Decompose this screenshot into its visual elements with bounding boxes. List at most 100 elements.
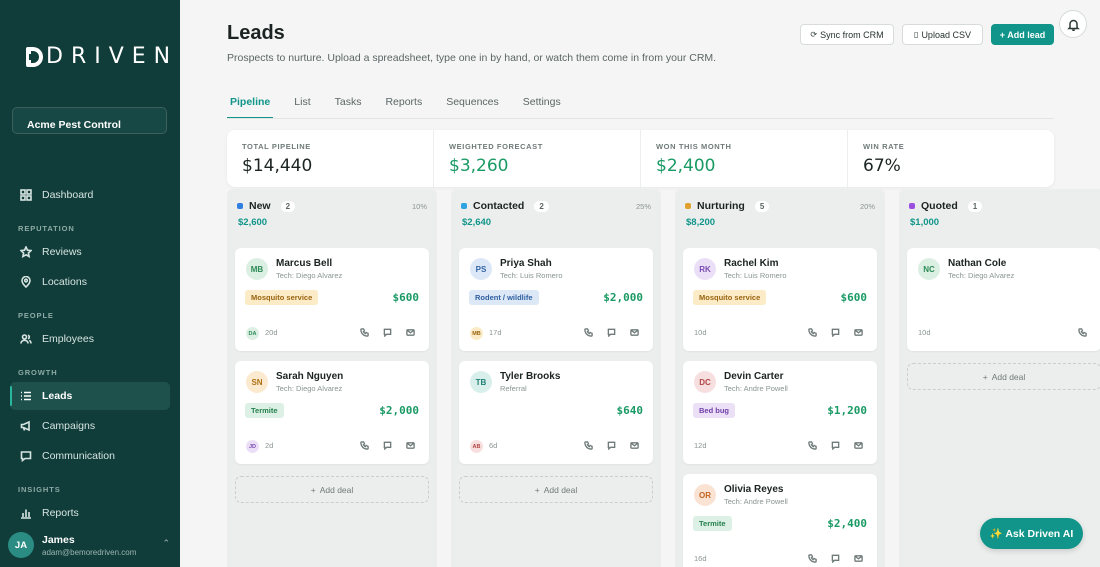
logo-mark-icon xyxy=(26,46,43,67)
tab-settings[interactable]: Settings xyxy=(520,92,564,119)
column-title: New xyxy=(249,200,271,212)
mail-icon[interactable] xyxy=(851,325,865,339)
tab-bar: Pipeline List Tasks Reports Sequences Setting… xyxy=(227,92,582,119)
phone-icon[interactable] xyxy=(581,325,595,339)
ask-ai-button[interactable]: ✨ Ask Driven AI xyxy=(980,518,1083,549)
avatar: JA xyxy=(8,532,34,558)
chevron-up-icon: ⌃ xyxy=(162,538,170,548)
deal-amount: $2,400 xyxy=(827,517,867,530)
kpi-card: WEIGHTED FORECAST $3,260 xyxy=(434,130,641,187)
plus-icon: + xyxy=(982,371,988,382)
lead-card[interactable]: OR Olivia Reyes Tech: Andre Powell Termite $… xyxy=(683,474,877,567)
lead-technician: Tech: Luis Romero xyxy=(724,271,787,280)
pipeline-column-contacted: Contacted 2 25% $2,640 PS Priya Shah Tech: Lui… xyxy=(451,189,661,567)
notifications-button[interactable] xyxy=(1059,10,1087,38)
lead-name[interactable]: Rachel Kim xyxy=(724,258,778,269)
sidebar-item-leads[interactable]: Leads xyxy=(10,382,170,410)
tab-divider xyxy=(227,118,1054,119)
sidebar-item-reviews[interactable]: Reviews xyxy=(10,238,170,266)
upload-csv-button[interactable]: ▯ Upload CSV xyxy=(902,24,983,45)
lead-technician: Tech: Andre Powell xyxy=(724,497,788,506)
lead-card[interactable]: DC Devin Carter Tech: Andre Powell Bed bug $… xyxy=(683,361,877,464)
mail-icon[interactable] xyxy=(627,325,641,339)
lead-card[interactable]: PS Priya Shah Tech: Luis Romero Rodent / wi… xyxy=(459,248,653,351)
message-icon[interactable] xyxy=(828,551,842,565)
star-icon xyxy=(20,246,32,258)
phone-icon[interactable] xyxy=(805,325,819,339)
pipeline-column-quoted: Quoted 1 $1,000 NC Nathan Cole Tech: Diego Al… xyxy=(899,189,1100,567)
kpi-value: $3,260 xyxy=(449,156,509,176)
card-actions xyxy=(581,325,641,339)
avatar: MB xyxy=(246,258,268,280)
bar-chart-icon xyxy=(20,507,32,519)
pipeline-column-nurturing: Nurturing 5 20% $8,200 RK Rachel Kim Tech: Lui… xyxy=(675,189,885,567)
lead-card[interactable]: SN Sarah Nguyen Tech: Diego Alvarez Termite… xyxy=(235,361,429,464)
tab-pipeline[interactable]: Pipeline xyxy=(227,92,274,119)
bell-icon xyxy=(1066,19,1080,31)
lead-technician: Tech: Diego Alvarez xyxy=(276,271,343,280)
add-lead-button[interactable]: + Add lead xyxy=(991,24,1054,45)
lead-name[interactable]: Olivia Reyes xyxy=(724,484,783,495)
org-switcher[interactable]: Acme Pest Control xyxy=(12,107,167,134)
mail-icon[interactable] xyxy=(403,325,417,339)
lead-name[interactable]: Marcus Bell xyxy=(276,258,332,269)
main-content: Leads Prospects to nurture. Upload a spr… xyxy=(180,0,1100,567)
column-count-badge: 2 xyxy=(280,200,296,212)
sidebar-item-dashboard[interactable]: Dashboard xyxy=(10,181,170,209)
lead-name[interactable]: Tyler Brooks xyxy=(500,371,560,382)
lead-age: 16d xyxy=(694,554,707,563)
mail-icon[interactable] xyxy=(627,438,641,452)
message-icon[interactable] xyxy=(380,325,394,339)
lead-age: 6d xyxy=(489,441,498,450)
brand-logo[interactable]: DRIVEN xyxy=(26,44,178,69)
message-icon[interactable] xyxy=(828,325,842,339)
sidebar-item-label: Locations xyxy=(42,276,87,288)
lead-technician: Referral xyxy=(500,384,527,393)
message-icon[interactable] xyxy=(828,438,842,452)
sidebar-item-campaigns[interactable]: Campaigns xyxy=(10,412,170,440)
lead-name[interactable]: Nathan Cole xyxy=(948,258,1006,269)
sidebar-item-label: Campaigns xyxy=(42,420,96,432)
message-icon[interactable] xyxy=(604,325,618,339)
lead-name[interactable]: Priya Shah xyxy=(500,258,552,269)
phone-icon[interactable] xyxy=(357,325,371,339)
lead-name[interactable]: Devin Carter xyxy=(724,371,783,382)
mail-icon[interactable] xyxy=(851,551,865,565)
lead-card[interactable]: NC Nathan Cole Tech: Diego Alvarez 10d xyxy=(907,248,1100,351)
sidebar-item-reports[interactable]: Reports xyxy=(10,499,170,527)
plus-icon: + xyxy=(310,484,316,495)
avatar: TB xyxy=(470,371,492,393)
card-actions xyxy=(805,325,865,339)
phone-icon[interactable] xyxy=(805,438,819,452)
add-deal-button[interactable]: + Add deal xyxy=(459,476,653,503)
sidebar-item-locations[interactable]: Locations xyxy=(10,268,170,296)
lead-name[interactable]: Sarah Nguyen xyxy=(276,371,343,382)
tab-sequences[interactable]: Sequences xyxy=(443,92,502,119)
sidebar-item-communication[interactable]: Communication xyxy=(10,442,170,470)
sync-crm-button[interactable]: ⟳ Sync from CRM xyxy=(800,24,894,45)
tab-tasks[interactable]: Tasks xyxy=(332,92,365,119)
phone-icon[interactable] xyxy=(805,551,819,565)
lead-card[interactable]: RK Rachel Kim Tech: Luis Romero Mosquito se… xyxy=(683,248,877,351)
tab-reports[interactable]: Reports xyxy=(382,92,425,119)
lead-card[interactable]: MB Marcus Bell Tech: Diego Alvarez Mosquito… xyxy=(235,248,429,351)
lead-technician: Tech: Luis Romero xyxy=(500,271,563,280)
mail-icon[interactable] xyxy=(403,438,417,452)
phone-icon[interactable] xyxy=(581,438,595,452)
message-icon[interactable] xyxy=(380,438,394,452)
add-deal-button[interactable]: + Add deal xyxy=(907,363,1100,390)
mail-icon[interactable] xyxy=(851,438,865,452)
phone-icon[interactable] xyxy=(357,438,371,452)
sync-crm-label: Sync from CRM xyxy=(820,29,884,40)
user-menu[interactable]: JA James adam@bemoredriven.com ⌃ xyxy=(8,529,174,561)
message-icon[interactable] xyxy=(604,438,618,452)
deal-amount: $640 xyxy=(616,404,644,417)
tab-list[interactable]: List xyxy=(291,92,313,119)
lead-card[interactable]: TB Tyler Brooks Referral $640 AB 6d xyxy=(459,361,653,464)
deal-amount: $1,200 xyxy=(827,404,867,417)
phone-icon[interactable] xyxy=(1075,325,1089,339)
add-deal-button[interactable]: + Add deal xyxy=(235,476,429,503)
file-icon: ▯ xyxy=(914,30,919,39)
sidebar-item-employees[interactable]: Employees xyxy=(10,325,170,353)
column-header: Quoted 1 xyxy=(909,200,983,212)
